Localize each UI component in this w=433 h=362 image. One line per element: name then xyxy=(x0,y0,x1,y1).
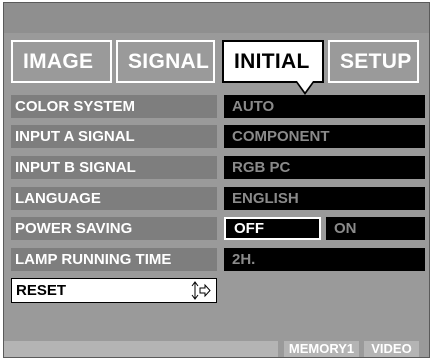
setting-value: COMPONENT xyxy=(224,125,425,148)
menu-top-bar xyxy=(4,3,429,33)
osd-menu: IMAGE SIGNAL INITIAL SETUP COLOR SYSTEM … xyxy=(3,2,430,358)
setting-label: INPUT B SIGNAL xyxy=(11,156,217,179)
active-tab-pointer-fill xyxy=(297,81,313,92)
status-bar-blank xyxy=(4,341,278,357)
tab-image[interactable]: IMAGE xyxy=(11,40,112,83)
reset-button[interactable]: RESET xyxy=(11,278,217,303)
setting-value: ENGLISH xyxy=(224,187,425,210)
status-source: VIDEO xyxy=(364,341,419,357)
up-down-right-arrow-icon xyxy=(191,281,211,300)
status-memory: MEMORY1 xyxy=(284,341,359,357)
setting-label: COLOR SYSTEM xyxy=(11,95,217,118)
reset-label: RESET xyxy=(16,282,67,299)
setting-label: LAMP RUNNING TIME xyxy=(11,248,217,271)
power-saving-option-off[interactable]: OFF xyxy=(224,217,321,240)
setting-value: AUTO xyxy=(224,95,425,118)
tab-initial[interactable]: INITIAL xyxy=(222,40,324,83)
setting-value: RGB PC xyxy=(224,156,425,179)
tab-setup[interactable]: SETUP xyxy=(328,40,419,83)
setting-label: POWER SAVING xyxy=(11,217,217,240)
tab-signal[interactable]: SIGNAL xyxy=(116,40,215,83)
power-saving-option-on[interactable]: ON xyxy=(326,217,425,240)
setting-value: 2H. xyxy=(224,248,425,271)
setting-label: INPUT A SIGNAL xyxy=(11,125,217,148)
setting-label: LANGUAGE xyxy=(11,187,217,210)
